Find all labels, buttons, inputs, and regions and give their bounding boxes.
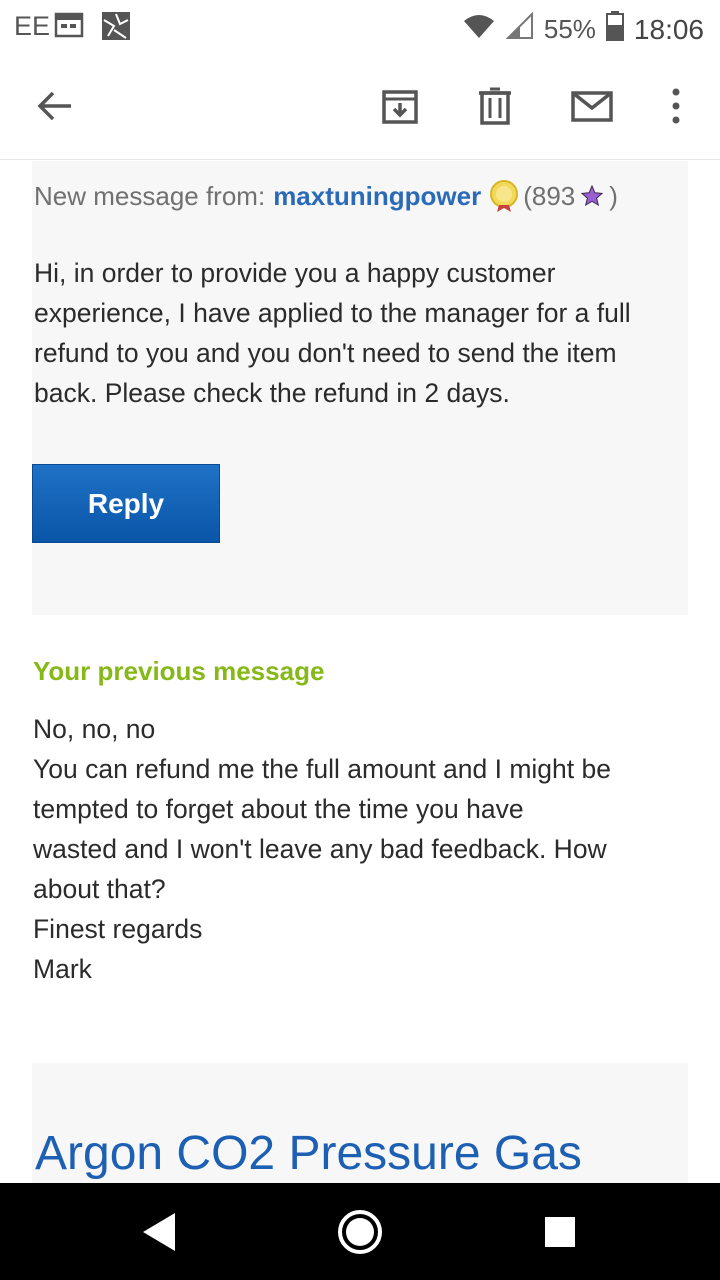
- more-options-button[interactable]: [652, 82, 700, 130]
- delete-button[interactable]: [471, 82, 519, 130]
- reply-button[interactable]: Reply: [32, 464, 220, 543]
- nav-recents-button[interactable]: [537, 1209, 583, 1255]
- message-content: New message from: maxtuningpower (893 ) …: [0, 161, 720, 1183]
- carrier-label: EE: [14, 11, 51, 41]
- envelope-icon: [571, 91, 613, 122]
- from-prefix: New message from:: [34, 180, 266, 211]
- previous-message-title: Your previous message: [33, 656, 325, 686]
- feedback-score-close: ): [609, 180, 618, 211]
- nav-home-button[interactable]: [337, 1209, 383, 1255]
- system-navigation-bar: [0, 1183, 720, 1280]
- previous-message-line: Mark: [33, 954, 92, 984]
- calendar-notification-icon: [54, 10, 84, 47]
- previous-message-line: tempted to forget about the time you hav…: [33, 794, 524, 824]
- feedback-star-icon: [581, 185, 604, 207]
- feedback-score: (893: [523, 180, 576, 211]
- trash-icon: [479, 87, 511, 125]
- from-line: New message from: maxtuningpower (893 ): [34, 179, 618, 213]
- arrow-left-icon: [37, 91, 71, 121]
- previous-message-line: No, no, no: [33, 714, 156, 744]
- previous-message-line: about that?: [33, 874, 166, 904]
- image-notification-icon: [100, 10, 132, 49]
- nav-back-button[interactable]: [136, 1209, 182, 1255]
- previous-message-line: wasted and I won't leave any bad feedbac…: [33, 834, 607, 864]
- item-card: Argon CO2 Pressure Gas: [32, 1063, 688, 1183]
- archive-button[interactable]: [376, 82, 424, 130]
- wifi-icon: [462, 12, 496, 47]
- item-title-link[interactable]: Argon CO2 Pressure Gas: [35, 1126, 582, 1181]
- battery-icon: [605, 11, 624, 48]
- app-toolbar: [0, 52, 720, 160]
- clock: 18:06: [633, 13, 704, 45]
- previous-message-line: You can refund me the full amount and I …: [33, 754, 611, 784]
- archive-icon: [382, 90, 418, 124]
- message-body: Hi, in order to provide you a happy cust…: [34, 258, 631, 408]
- battery-percent: 55%: [543, 14, 596, 44]
- sender-link[interactable]: maxtuningpower: [273, 181, 481, 212]
- seller-seal-icon: [487, 179, 521, 213]
- new-message-card: New message from: maxtuningpower (893 ) …: [32, 161, 688, 615]
- status-bar: EE 55% 18:06: [0, 0, 720, 52]
- previous-message-body: No, no, no You can refund me the full am…: [33, 709, 693, 989]
- signal-icon: [505, 11, 534, 47]
- nav-back-icon: [143, 1213, 175, 1251]
- nav-recents-icon: [545, 1217, 575, 1247]
- previous-message-line: Finest regards: [33, 914, 203, 944]
- mark-unread-button[interactable]: [568, 82, 616, 130]
- nav-home-icon: [338, 1210, 382, 1254]
- more-vertical-icon: [672, 88, 680, 124]
- back-button[interactable]: [31, 82, 79, 130]
